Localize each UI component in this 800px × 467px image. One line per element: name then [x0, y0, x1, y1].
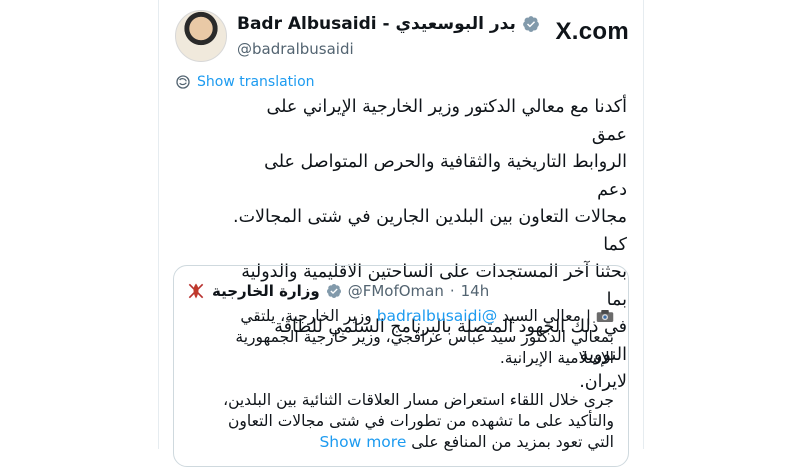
oman-emblem-icon — [186, 281, 206, 301]
tweet-header: Badr Albusaidi - بدر البوسعيدي @badralbu… — [175, 10, 629, 68]
show-translation-label[interactable]: Show translation — [197, 74, 315, 90]
author-display-name[interactable]: Badr Albusaidi - بدر البوسعيدي — [237, 14, 516, 34]
x-brand-logo: X.com — [555, 18, 629, 45]
tweet-line: الروابط التاريخية والثقافية والحرص المتو… — [264, 152, 627, 200]
verified-badge-icon — [326, 284, 341, 298]
quoted-line: التي تعود بمزيد من المنافع على Show more — [188, 432, 614, 453]
quoted-line: | معالي السيد @badralbusaidi وزير الخارج… — [188, 306, 614, 327]
quoted-line: جرى خلال اللقاء استعراض مسار العلاقات ال… — [223, 391, 614, 409]
quoted-line: بمعالي الدكتور سيد عباس عراقجي، وزير خار… — [235, 328, 614, 346]
author-name-row[interactable]: Badr Albusaidi - بدر البوسعيدي — [237, 14, 540, 34]
quoted-author-handle[interactable]: @FMofOman — [348, 282, 444, 300]
globe-icon — [176, 75, 190, 89]
quoted-tweet[interactable]: وزارة الخارجية @FMofOman · 14h | معالي ا… — [173, 265, 629, 467]
quoted-line: الإسلامية الإيرانية. — [499, 349, 614, 367]
verified-badge-icon — [522, 16, 539, 32]
tweet-card: Badr Albusaidi - بدر البوسعيدي @badralbu… — [158, 0, 644, 467]
quoted-line-text: | معالي السيد — [497, 307, 596, 325]
tweet-line: أكدنا مع معالي الدكتور وزير الخارجية الإ… — [266, 97, 627, 145]
quoted-line-text: التي تعود بمزيد من المنافع على — [411, 433, 614, 451]
author-handle[interactable]: @badralbusaidi — [237, 40, 354, 58]
author-avatar[interactable] — [175, 10, 227, 62]
mention-link[interactable]: @badralbusaidi — [377, 307, 498, 325]
show-translation-link[interactable]: Show translation — [175, 74, 315, 90]
show-more-link[interactable]: Show more — [319, 433, 406, 451]
quoted-tweet-header: وزارة الخارجية @FMofOman · 14h — [186, 278, 614, 304]
tweet-line: مجالات التعاون بين البلدين الجارين في شت… — [233, 207, 627, 255]
separator-dot: · — [449, 282, 455, 300]
camera-icon — [596, 310, 614, 322]
quoted-line-text: وزير الخارجية، يلتقي — [240, 307, 377, 325]
quoted-author-name[interactable]: وزارة الخارجية — [212, 282, 320, 300]
quoted-tweet-body: | معالي السيد @badralbusaidi وزير الخارج… — [188, 306, 614, 453]
quoted-time[interactable]: 14h — [461, 282, 490, 300]
quoted-line: والتأكيد على ما تشهده من تطورات في شتى م… — [228, 412, 614, 430]
